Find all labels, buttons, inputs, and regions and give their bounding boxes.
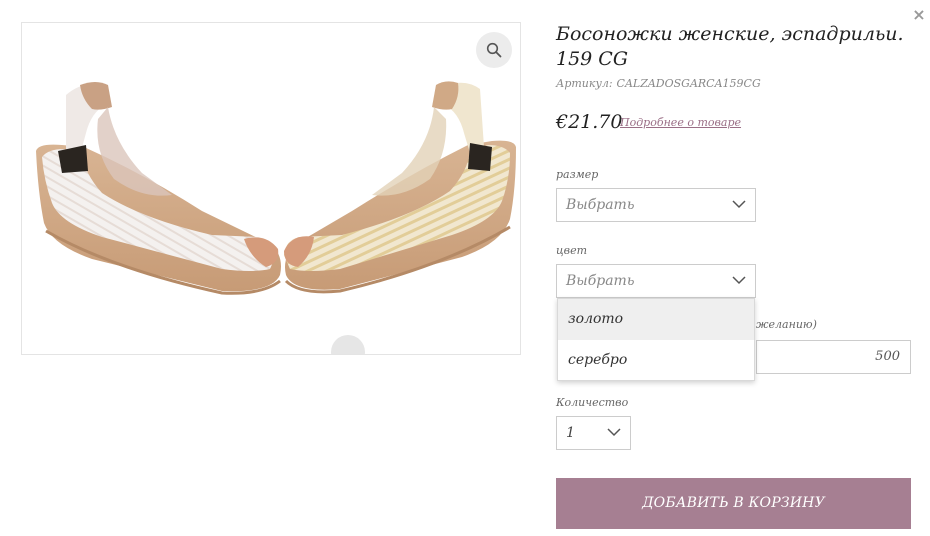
- zoom-icon: [486, 42, 502, 58]
- product-image-frame: [21, 22, 521, 355]
- product-price: €21.70: [556, 111, 623, 133]
- product-sku: Артикул: CALZADOSGARCA159CG: [556, 77, 765, 90]
- quantity-label: Количество: [556, 396, 629, 409]
- sku-value: CALZADOSGARCA159CG: [616, 77, 761, 90]
- color-option[interactable]: серебро: [558, 340, 754, 381]
- amount-input[interactable]: 500: [756, 340, 911, 374]
- add-to-cart-button[interactable]: ДОБАВИТЬ В КОРЗИНУ: [556, 478, 911, 529]
- zoom-button[interactable]: [476, 32, 512, 68]
- product-details-link[interactable]: Подробнее о товаре: [620, 116, 741, 129]
- size-select[interactable]: Выбрать: [556, 188, 756, 222]
- color-label: цвет: [556, 244, 588, 257]
- size-select-value: Выбрать: [566, 197, 635, 213]
- sku-label: Артикул:: [556, 77, 613, 90]
- quantity-select-value: 1: [566, 425, 575, 441]
- chevron-down-icon: [732, 200, 746, 209]
- color-option[interactable]: золото: [558, 299, 754, 340]
- quantity-select[interactable]: 1: [556, 416, 631, 450]
- color-select[interactable]: Выбрать: [556, 264, 756, 298]
- color-select-value: Выбрать: [566, 273, 635, 289]
- product-title: Босоножки женские, эспадрильи. 159 CG: [556, 23, 904, 70]
- size-label: размер: [556, 168, 599, 181]
- chevron-down-icon: [732, 276, 746, 285]
- chevron-down-icon: [607, 428, 621, 437]
- amount-input-value: 500: [875, 349, 900, 364]
- amount-label: желанию): [756, 318, 817, 331]
- color-dropdown: золото серебро: [557, 298, 755, 381]
- product-image: [36, 81, 516, 295]
